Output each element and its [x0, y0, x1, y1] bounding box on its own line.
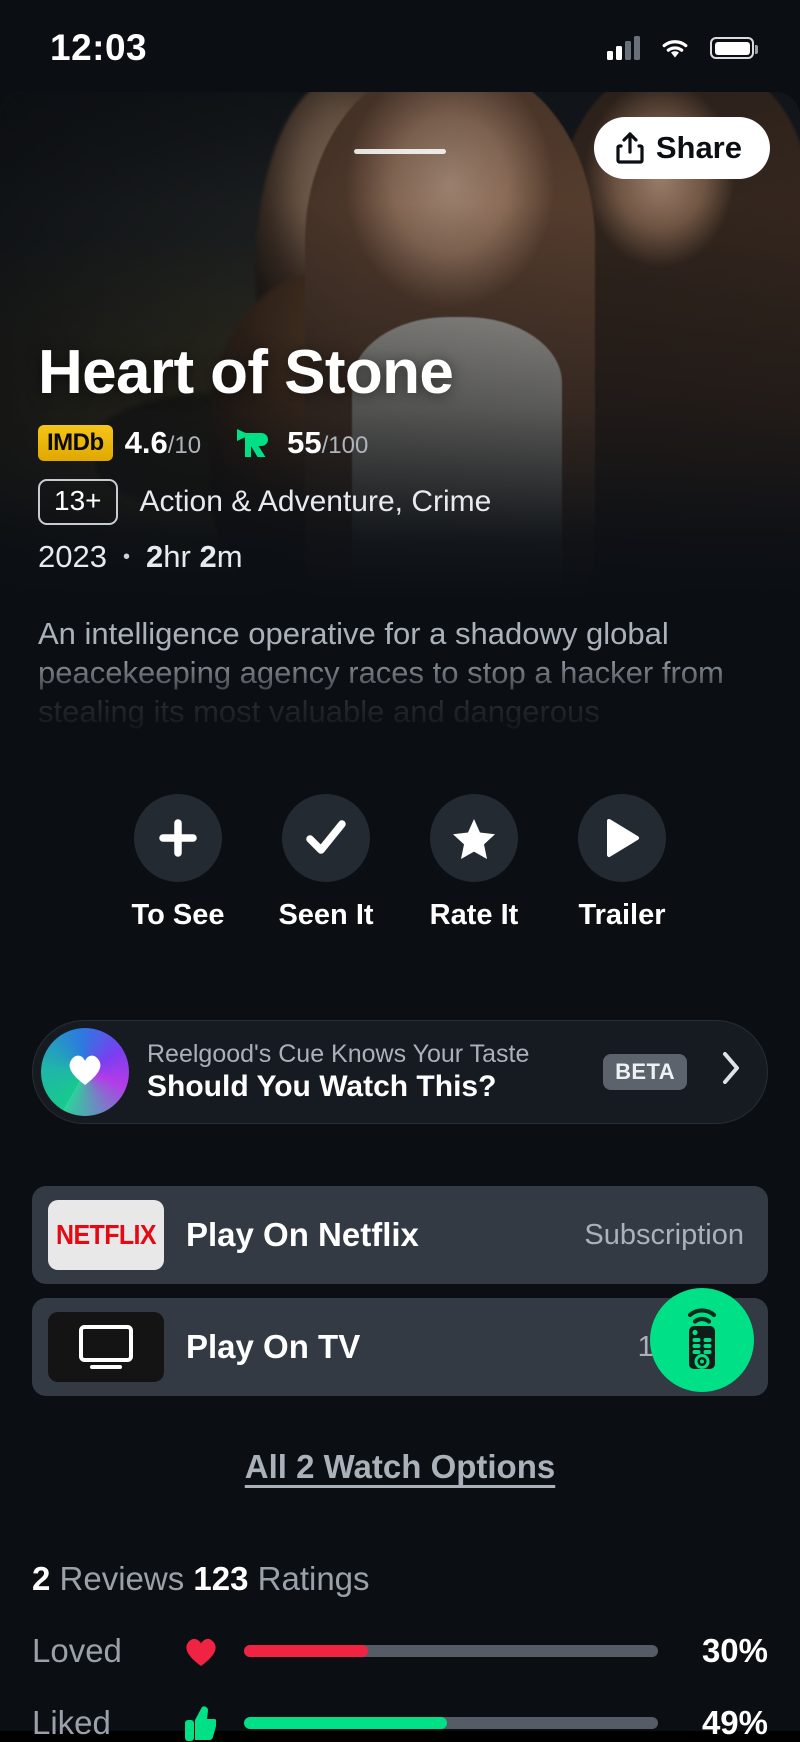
reviews-count: 2 [32, 1560, 51, 1597]
seen-it-label: Seen It [278, 899, 374, 931]
hero-backdrop: Share Heart of Stone IMDb 4.6/10 55/100 … [0, 92, 800, 602]
remote-control-icon [671, 1303, 733, 1378]
all-watch-options-link[interactable]: All 2 Watch Options [0, 1448, 800, 1486]
thumbs-up-icon [182, 1704, 244, 1742]
share-button-label: Share [655, 130, 742, 165]
status-time: 12:03 [50, 27, 148, 68]
star-icon [430, 794, 518, 882]
rating-bar-liked-percent: 49% [701, 1704, 768, 1741]
rating-bar-liked-fill [244, 1717, 447, 1729]
imdb-badge: IMDb [38, 425, 113, 461]
meta-row: 13+ Action & Adventure, Crime [38, 479, 770, 526]
cue-title: Should You Watch This? [147, 1070, 497, 1103]
reviews-section: 2 Reviews 123 Ratings Loved 30% Liked 49… [32, 1560, 768, 1742]
tv-icon [48, 1312, 164, 1382]
status-bar: 12:03 [0, 0, 800, 96]
plus-icon [134, 794, 222, 882]
cue-orb [41, 1028, 129, 1116]
netflix-logo-icon: NETFLIX [48, 1200, 164, 1270]
watch-row-netflix[interactable]: NETFLIX Play On Netflix Subscription [32, 1186, 768, 1284]
synopsis-text[interactable]: An intelligence operative for a shadowy … [38, 602, 762, 742]
imdb-score: 4.6/10 [124, 425, 202, 461]
action-buttons-row: To See Seen It Rate It Trailer [0, 794, 800, 932]
sheet-drag-handle[interactable] [354, 149, 446, 154]
rate-it-label: Rate It [429, 899, 519, 931]
watch-row-netflix-label: Play On Netflix [186, 1216, 419, 1253]
rating-bar-liked: Liked 49% [32, 1704, 768, 1742]
reelgood-denominator: /100 [321, 432, 369, 460]
status-icons [607, 35, 758, 60]
wifi-icon [659, 36, 691, 60]
genres-label: Action & Adventure, Crime [139, 485, 492, 519]
cellular-bars-icon [607, 35, 640, 60]
heart-icon [182, 1634, 244, 1668]
ratings-row: IMDb 4.6/10 55/100 [38, 425, 770, 461]
rate-it-button[interactable]: Rate It [426, 794, 522, 932]
cue-text: Reelgood's Cue Knows Your Taste Should Y… [147, 1040, 585, 1104]
reelgood-score: 55/100 [287, 425, 369, 461]
rating-bar-liked-track [244, 1717, 658, 1729]
share-button[interactable]: Share [593, 117, 770, 179]
remote-control-fab[interactable] [650, 1288, 754, 1392]
year-runtime-row: 2023 • 2hr 2m [38, 539, 770, 575]
trailer-button[interactable]: Trailer [574, 794, 670, 932]
watch-row-tv-label: Play On TV [186, 1328, 361, 1365]
ratings-count: 123 [193, 1560, 249, 1597]
rating-bar-loved-fill [244, 1645, 369, 1657]
rating-bar-loved-percent: 30% [701, 1632, 768, 1669]
reviews-word: Reviews [59, 1560, 185, 1597]
imdb-denominator: /10 [167, 432, 202, 460]
ratings-word: Ratings [257, 1560, 370, 1597]
release-year: 2023 [38, 539, 107, 575]
rating-bar-loved-label: Loved [32, 1632, 122, 1669]
cue-banner[interactable]: Reelgood's Cue Knows Your Taste Should Y… [32, 1020, 768, 1124]
page-title: Heart of Stone [38, 338, 454, 407]
reviews-header: 2 Reviews 123 Ratings [32, 1560, 768, 1598]
heart-icon [65, 1051, 105, 1094]
trailer-label: Trailer [578, 899, 666, 931]
to-see-label: To See [131, 899, 225, 931]
watch-row-netflix-offer: Subscription [584, 1218, 744, 1251]
check-icon [282, 794, 370, 882]
reelgood-logo-icon [235, 425, 275, 461]
runtime: 2hr 2m [145, 539, 243, 575]
share-icon [616, 132, 644, 164]
hero-info: Heart of Stone IMDb 4.6/10 55/100 13+ Ac… [38, 340, 770, 575]
play-icon [578, 794, 666, 882]
rating-bar-loved: Loved 30% [32, 1632, 768, 1670]
seen-it-button[interactable]: Seen It [278, 794, 374, 932]
battery-icon [710, 37, 758, 59]
cue-subtitle: Reelgood's Cue Knows Your Taste [147, 1040, 530, 1068]
rating-bar-loved-track [244, 1645, 658, 1657]
beta-badge: BETA [603, 1054, 687, 1090]
netflix-logo-text: NETFLIX [56, 1218, 157, 1251]
chevron-right-icon[interactable] [721, 1051, 741, 1094]
to-see-button[interactable]: To See [130, 794, 226, 932]
separator-dot: • [122, 545, 130, 568]
rating-bar-liked-label: Liked [32, 1704, 111, 1741]
age-rating-badge: 13+ [38, 479, 118, 526]
